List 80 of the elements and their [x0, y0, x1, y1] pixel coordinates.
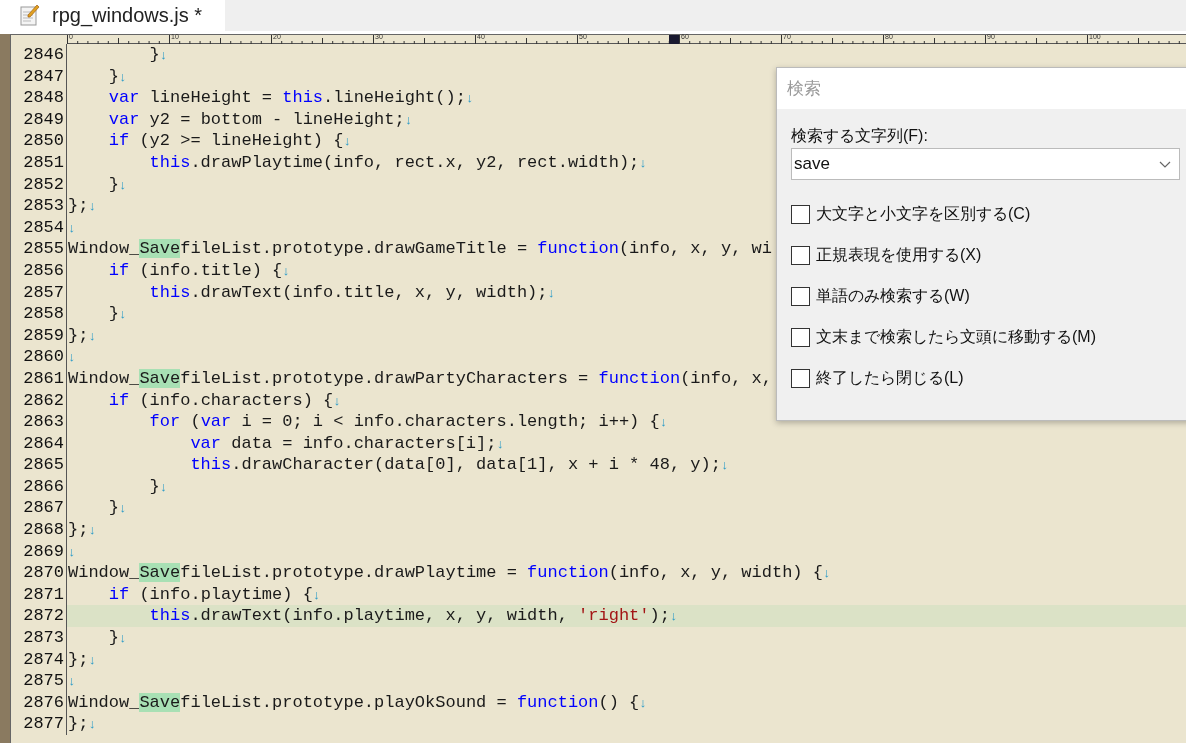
line-number: 2859: [11, 324, 67, 347]
line-number: 2864: [11, 432, 67, 455]
code-line: }↓: [107, 627, 127, 649]
checkbox[interactable]: [791, 368, 810, 388]
line-number: 2870: [11, 562, 67, 584]
option-label: 正規表現を使用する(X): [816, 245, 982, 265]
line-number: 2850: [11, 130, 67, 152]
code-line: ↓: [67, 543, 76, 562]
search-combo-field[interactable]: save: [791, 148, 1180, 180]
code-line: if (y2 >= lineHeight) {↓: [107, 130, 352, 152]
line-number: 2846: [11, 44, 67, 66]
line-number: 2867: [11, 497, 67, 520]
code-line: }↓: [148, 475, 168, 498]
line-number: 2866: [11, 475, 67, 498]
line-number: 2863: [11, 411, 67, 433]
code-line: ↓: [67, 673, 76, 692]
checkbox[interactable]: [791, 327, 810, 347]
ruler-cursor-icon: [669, 35, 679, 44]
checkbox[interactable]: [791, 286, 810, 306]
checkbox[interactable]: [791, 245, 810, 265]
code-line: ↓: [67, 219, 76, 238]
code-line: if (info.playtime) {↓: [107, 583, 321, 606]
code-line: };↓: [67, 713, 97, 735]
dialog-title: 検索: [777, 68, 1186, 109]
line-number: 2871: [11, 583, 67, 606]
code-line: };↓: [67, 519, 97, 541]
checkbox[interactable]: [791, 204, 810, 224]
chevron-down-icon: [1159, 160, 1171, 168]
option-label: 終了したら閉じる(L): [816, 368, 964, 388]
option-label: 文末まで検索したら文頭に移動する(M): [816, 327, 1096, 347]
line-number: 2874: [11, 648, 67, 671]
line-number: 2875: [11, 670, 67, 692]
code-line: var data = info.characters[i];↓: [189, 432, 505, 455]
option-label: 大文字と小文字を区別する(C): [816, 204, 1031, 224]
line-number: 2876: [11, 691, 67, 714]
line-number: 2848: [11, 87, 67, 109]
line-number: 2854: [11, 216, 67, 239]
code-line: for (var i = 0; i < info.characters.length; i++) {↓: [148, 411, 668, 433]
code-line: }↓: [148, 44, 168, 66]
line-number: 2865: [11, 454, 67, 476]
line-number: 2861: [11, 367, 67, 390]
code-line: Window_SavefileList.prototype.drawPartyCharacters = function(info, x,: [67, 367, 772, 390]
code-line: var y2 = bottom - lineHeight;↓: [107, 108, 413, 131]
line-number: 2868: [11, 519, 67, 541]
code-line: this.drawPlaytime(info, rect.x, y2, rect.width);↓: [148, 151, 648, 174]
line-number: 2873: [11, 627, 67, 649]
line-number: 2849: [11, 108, 67, 131]
code-line: if (info.title) {↓: [107, 259, 291, 282]
line-number: 2855: [11, 238, 67, 260]
line-number: 2857: [11, 281, 67, 304]
option-label: 単語のみ検索する(W): [816, 286, 970, 306]
line-number: 2851: [11, 151, 67, 174]
code-line: Window_SavefileList.prototype.playOkSound = function() {↓: [67, 691, 648, 714]
code-line: };↓: [67, 195, 97, 217]
code-line: }↓: [107, 303, 127, 325]
code-line: }↓: [107, 497, 127, 520]
code-line: Window_SavefileList.prototype.drawGameTitle = function(info, x, y, wi: [67, 238, 772, 260]
line-number: 2858: [11, 303, 67, 325]
line-number: 2862: [11, 389, 67, 412]
code-line: }↓: [107, 173, 127, 196]
field-label: 検索する文字列(F):: [791, 126, 929, 146]
line-number: 2847: [11, 65, 67, 88]
code-line: if (info.characters) {↓: [107, 389, 342, 412]
line-number: 2856: [11, 259, 67, 282]
line-number: 2853: [11, 195, 67, 217]
code-line: var lineHeight = this.lineHeight();↓: [107, 87, 474, 109]
notepad-icon: [20, 3, 40, 26]
code-line: this.drawText(info.playtime, x, y, width, 'right');↓: [148, 605, 678, 628]
code-line: };↓: [67, 648, 97, 671]
code-line: Window_SavefileList.prototype.drawPlaytime = function(info, x, y, width) {↓: [67, 562, 831, 584]
code-line: }↓: [107, 65, 127, 88]
file-tab[interactable]: rpg_windows.js *: [0, 0, 225, 31]
line-number: 2869: [11, 540, 67, 563]
code-line: };↓: [67, 324, 97, 347]
line-number: 2877: [11, 713, 67, 735]
line-number: 2852: [11, 173, 67, 196]
code-line: ↓: [67, 349, 76, 368]
code-line: this.drawCharacter(data[0], data[1], x + i * 48, y);↓: [189, 454, 729, 476]
code-line: this.drawText(info.title, x, y, width);↓: [148, 281, 556, 304]
line-number: 2860: [11, 346, 67, 368]
